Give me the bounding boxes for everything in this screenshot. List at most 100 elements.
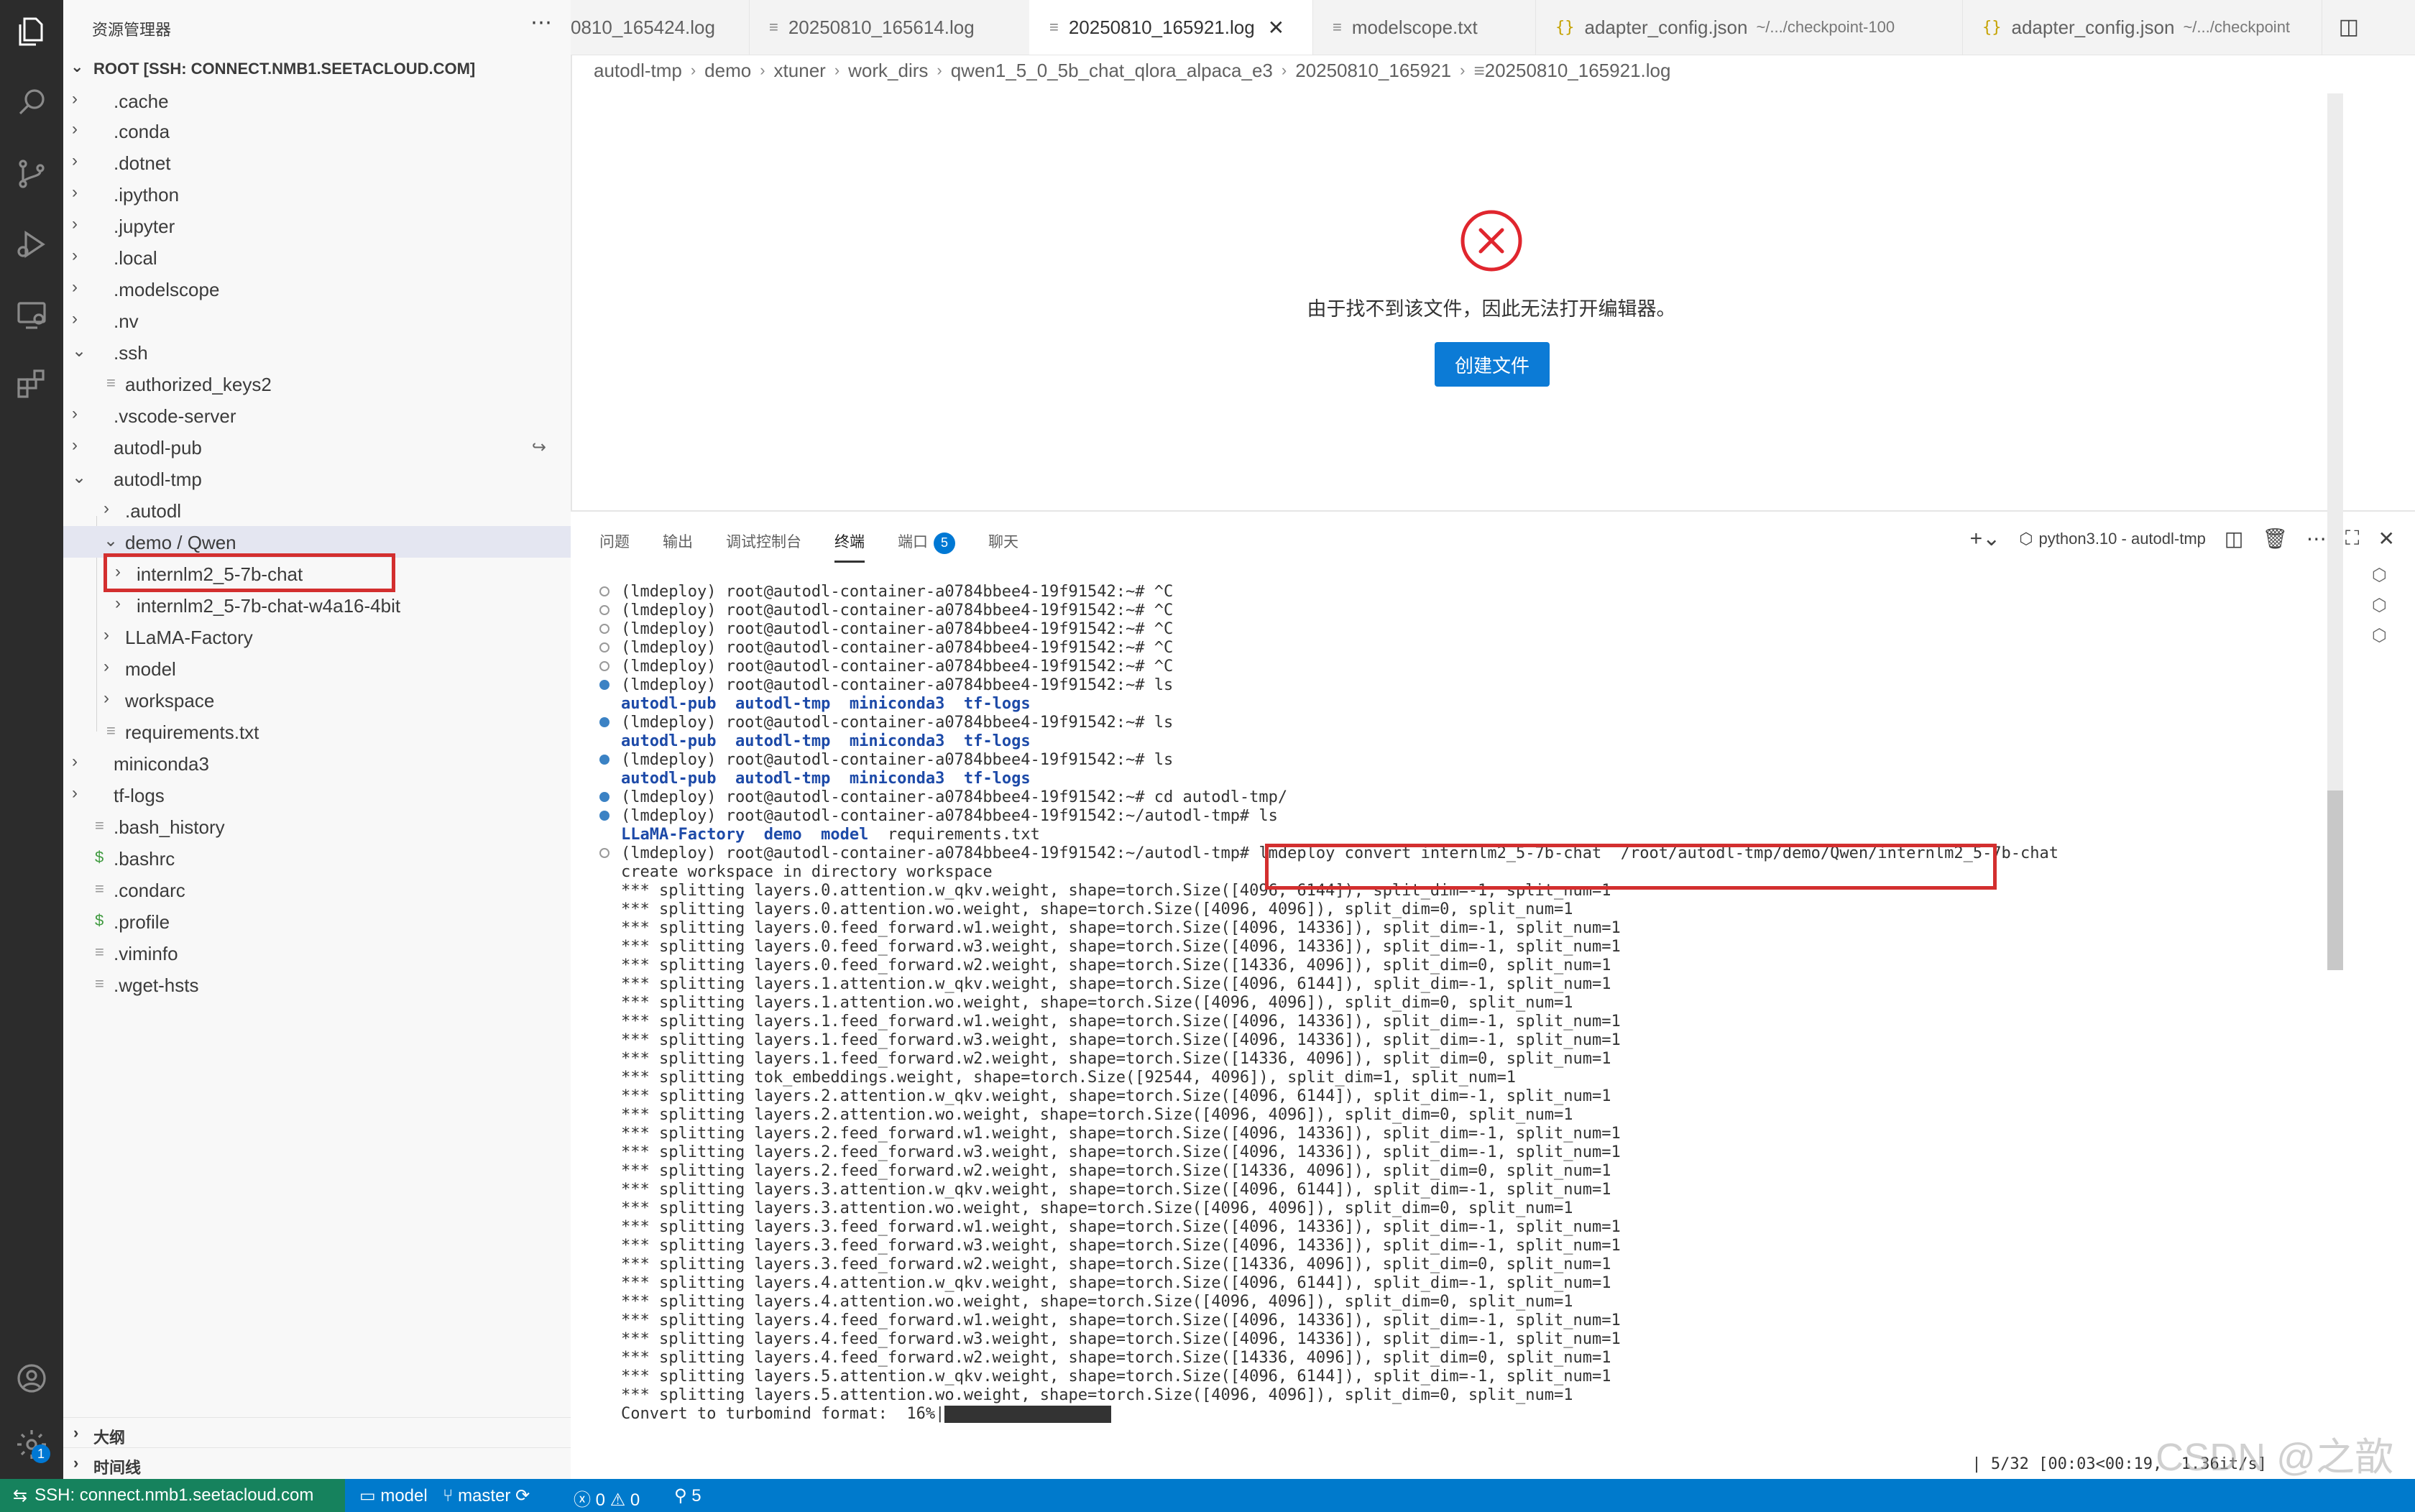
explorer-icon[interactable] <box>10 10 53 53</box>
trash-icon[interactable]: 🗑 <box>2262 527 2288 550</box>
command-dot-icon[interactable] <box>599 657 621 677</box>
tree-folder[interactable]: › .nv <box>63 305 571 336</box>
chevron-right-icon: › <box>72 119 78 139</box>
search-icon[interactable] <box>10 80 53 124</box>
remote-indicator[interactable]: ⇆ SSH: connect.nmb1.seetacloud.com <box>0 1479 345 1512</box>
account-icon[interactable] <box>10 1357 53 1400</box>
terminal-command: ls <box>1144 751 1174 769</box>
tree-file[interactable]: ≡ .viminfo <box>63 937 571 969</box>
tree-file[interactable]: ≡ requirements.txt <box>63 716 571 747</box>
command-success-dot-icon[interactable] <box>599 676 621 696</box>
breadcrumb-item[interactable]: 20250810_165921 <box>1295 60 1451 82</box>
scrollbar-thumb[interactable] <box>2327 790 2343 970</box>
new-terminal-icon[interactable]: +⌄ <box>1970 526 2001 551</box>
ports-indicator[interactable]: ⚲ 5 <box>674 1485 702 1506</box>
more-actions-icon[interactable]: ⋯ <box>530 10 553 35</box>
breadcrumb-item[interactable]: 20250810_165921.log <box>1485 60 1671 82</box>
problems-indicator[interactable]: ⓧ 0 ⚠ 0 <box>574 1485 640 1511</box>
breadcrumb-item[interactable]: work_dirs <box>848 60 928 82</box>
command-dot-icon[interactable] <box>599 601 621 621</box>
settings-gear-icon[interactable]: 1 <box>10 1423 53 1466</box>
timeline-section[interactable]: › 时间线 <box>63 1447 571 1480</box>
command-success-dot-icon[interactable] <box>599 713 621 733</box>
run-debug-icon[interactable] <box>10 223 53 266</box>
tree-folder[interactable]: › .local <box>63 241 571 273</box>
extensions-icon[interactable] <box>10 362 53 405</box>
tree-folder[interactable]: › LLaMA-Factory <box>63 621 571 653</box>
tree-file[interactable]: $ .bashrc <box>63 842 571 874</box>
command-dot-icon[interactable] <box>599 638 621 658</box>
tree-file[interactable]: ≡ .bash_history <box>63 811 571 842</box>
terminal-output[interactable]: (lmdeploy) root@autodl-container-a0784bb… <box>571 573 2332 1480</box>
command-dot-icon[interactable] <box>599 619 621 640</box>
split-log-line: *** splitting layers.3.feed_forward.w3.w… <box>621 1237 1621 1255</box>
command-dot-icon[interactable] <box>599 582 621 602</box>
tree-item-label: .cache <box>114 91 169 112</box>
tab-log-165614[interactable]: ≡ 20250810_165614.log <box>749 0 1030 55</box>
create-file-button[interactable]: 创建文件 <box>1435 342 1550 387</box>
terminal-line: *** splitting layers.2.attention.wo.weig… <box>599 1105 1573 1125</box>
tab-problems[interactable]: 问题 <box>599 530 630 554</box>
tree-folder[interactable]: › .dotnet <box>63 147 571 178</box>
tree-folder[interactable]: › .conda <box>63 115 571 147</box>
tree-folder[interactable]: › .modelscope <box>63 273 571 305</box>
tree-folder[interactable]: › workspace <box>63 684 571 716</box>
tree-folder[interactable]: › .autodl <box>63 494 571 526</box>
tree-folder[interactable]: › .ipython <box>63 178 571 210</box>
source-control-icon[interactable] <box>10 152 53 195</box>
tab-terminal[interactable]: 终端 <box>834 530 865 562</box>
tree-file[interactable]: $ .profile <box>63 905 571 937</box>
maximize-panel-icon[interactable]: ⛶ <box>2345 527 2360 550</box>
split-log-line: *** splitting layers.0.feed_forward.w2.w… <box>621 956 1611 974</box>
split-editor-icon[interactable]: ◫ <box>2339 14 2359 40</box>
tab-modelscope[interactable]: ≡ modelscope.txt <box>1312 0 1536 55</box>
tree-folder[interactable]: › autodl-pub ↪ <box>63 431 571 463</box>
ports-label: 端口 <box>898 534 928 550</box>
tree-folder[interactable]: › internlm2_5-7b-chat-w4a16-4bit <box>63 589 571 621</box>
close-panel-icon[interactable]: ✕ <box>2378 527 2395 550</box>
tree-folder[interactable]: › miniconda3 <box>63 747 571 779</box>
tree-file[interactable]: ≡ .condarc <box>63 874 571 905</box>
tab-debug-console[interactable]: 调试控制台 <box>726 530 801 554</box>
tree-file[interactable]: ≡ .wget-hsts <box>63 969 571 1000</box>
workspace-root[interactable]: ⌄ ROOT [SSH: CONNECT.NMB1.SEETACLOUD.COM… <box>63 56 571 82</box>
tree-folder[interactable]: ⌄ autodl-tmp <box>63 463 571 494</box>
tree-file[interactable]: ≡ authorized_keys2 <box>63 368 571 400</box>
terminal-name[interactable]: python3.10 - autodl-tmp <box>2039 530 2206 548</box>
env-indicator[interactable]: ▭ model <box>359 1485 428 1506</box>
more-actions-icon[interactable]: ⋯ <box>2306 527 2327 550</box>
tab-chat[interactable]: 聊天 <box>988 530 1018 554</box>
terminal-scrollbar[interactable] <box>2327 93 2343 970</box>
breadcrumb-item[interactable]: autodl-tmp <box>594 60 682 82</box>
tree-folder[interactable]: › .vscode-server <box>63 400 571 431</box>
terminal-instance-icon[interactable]: ⬡ <box>2372 625 2387 646</box>
tab-adapter-config-100[interactable]: {} adapter_config.json ~/.../checkpoint-… <box>1535 0 1963 55</box>
tree-folder[interactable]: › .cache <box>63 85 571 116</box>
command-success-dot-icon[interactable] <box>599 806 621 826</box>
tab-adapter-config[interactable]: {} adapter_config.json ~/.../checkpoint <box>1962 0 2322 55</box>
tab-ports[interactable]: 端口 5 <box>898 530 955 554</box>
json-braces-icon: {} <box>1982 18 2002 37</box>
terminal-instance-icon[interactable]: ⬡ <box>2372 565 2387 586</box>
close-icon[interactable]: ✕ <box>1268 16 1284 40</box>
tab-output[interactable]: 输出 <box>663 530 693 554</box>
remote-explorer-icon[interactable] <box>10 293 53 336</box>
tree-folder[interactable]: › .jupyter <box>63 210 571 241</box>
breadcrumb-item[interactable]: demo <box>704 60 751 82</box>
tree-folder[interactable]: › tf-logs <box>63 779 571 811</box>
split-terminal-icon[interactable]: ◫ <box>2225 527 2243 550</box>
tree-folder[interactable]: › model <box>63 653 571 684</box>
breadcrumb-item[interactable]: qwen1_5_0_5b_chat_qlora_alpaca_e3 <box>951 60 1273 82</box>
command-success-dot-icon[interactable] <box>599 750 621 770</box>
terminal-instance-icon[interactable]: ⬡ <box>2372 595 2387 616</box>
tree-folder[interactable]: ⌄ .ssh <box>63 336 571 368</box>
command-dot-icon[interactable] <box>599 844 621 864</box>
tab-log-165424[interactable]: 0810_165424.log <box>571 0 750 55</box>
branch-indicator[interactable]: ⑂ master ⟳ <box>443 1485 530 1506</box>
command-success-dot-icon[interactable] <box>599 788 621 808</box>
outline-section[interactable]: › 大纲 <box>63 1417 571 1449</box>
tab-log-165921[interactable]: ≡ 20250810_165921.log ✕ <box>1029 0 1313 55</box>
chevron-right-icon: › <box>937 61 942 79</box>
chevron-right-icon: › <box>72 214 78 234</box>
breadcrumb-item[interactable]: xtuner <box>774 60 826 82</box>
